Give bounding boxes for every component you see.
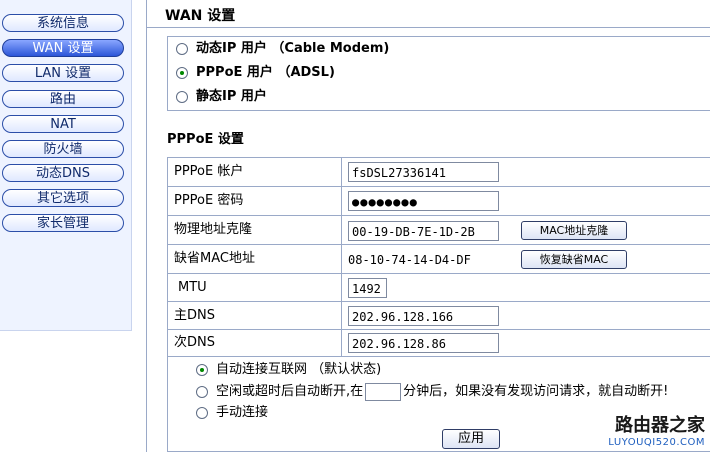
- auto-connect-label: 自动连接互联网 （默认状态): [216, 362, 382, 377]
- idle-suffix-label: 分钟后，如果没有发现访问请求，就自动断开!: [403, 384, 669, 399]
- row-separator: [341, 245, 342, 273]
- password-label: PPPoE 密码: [174, 193, 244, 208]
- row-separator: [341, 216, 342, 244]
- sidebar-item-ddns[interactable]: 动态DNS: [2, 164, 124, 182]
- sidebar-item-wan[interactable]: WAN 设置: [2, 39, 124, 57]
- mac-clone-input[interactable]: 00-19-DB-7E-1D-2B: [348, 221, 499, 241]
- watermark-url: LUYOUQI520.COM: [608, 437, 705, 448]
- row-separator: [341, 274, 342, 301]
- radio-idle-disconnect[interactable]: [196, 385, 208, 398]
- main-panel: WAN 设置 动态IP 用户 （Cable Modem) PPPoE 用户 （A…: [146, 0, 710, 452]
- mtu-label: MTU: [178, 280, 207, 295]
- row-default-mac: 缺省MAC地址 08-10-74-14-D4-DF 恢复缺省MAC: [168, 245, 710, 274]
- radio-static-ip[interactable]: [176, 90, 188, 103]
- watermark-text: 路由器之家: [615, 415, 705, 436]
- idle-minutes-input[interactable]: [365, 382, 402, 401]
- sidebar-item-parental[interactable]: 家长管理: [2, 214, 124, 232]
- sidebar-item-routing[interactable]: 路由: [2, 90, 124, 108]
- row-password: PPPoE 密码 ●●●●●●●●: [168, 187, 710, 216]
- radio-auto-connect[interactable]: [196, 363, 208, 376]
- radio-pppoe[interactable]: [176, 66, 188, 79]
- radio-dynamic-ip[interactable]: [176, 42, 188, 55]
- row-separator: [341, 330, 342, 356]
- secondary-dns-label: 次DNS: [174, 335, 215, 350]
- page-title: WAN 设置: [165, 8, 236, 24]
- row-mtu: MTU 1492: [168, 274, 710, 302]
- secondary-dns-input[interactable]: 202.96.128.86: [348, 333, 499, 353]
- account-input[interactable]: fsDSL27336141: [348, 162, 499, 182]
- conn-label-static-ip: 静态IP 用户: [196, 89, 267, 104]
- conn-label-dynamic-ip: 动态IP 用户 （Cable Modem): [196, 41, 390, 56]
- sidebar-item-lan[interactable]: LAN 设置: [2, 64, 124, 82]
- connection-type-group: 动态IP 用户 （Cable Modem) PPPoE 用户 （ADSL) 静态…: [167, 36, 710, 111]
- row-mac-clone: 物理地址克隆 00-19-DB-7E-1D-2B MAC地址克隆: [168, 216, 710, 245]
- row-separator: [341, 158, 342, 186]
- password-input[interactable]: ●●●●●●●●: [348, 191, 499, 211]
- row-separator: [341, 302, 342, 329]
- default-mac-value: 08-10-74-14-D4-DF: [348, 253, 471, 267]
- sidebar-item-other[interactable]: 其它选项: [2, 189, 124, 207]
- title-divider: [147, 27, 710, 28]
- conn-option-dynamic-ip[interactable]: 动态IP 用户 （Cable Modem): [176, 37, 389, 61]
- primary-dns-label: 主DNS: [174, 308, 215, 323]
- row-secondary-dns: 次DNS 202.96.128.86: [168, 330, 710, 356]
- mtu-input[interactable]: 1492: [348, 278, 387, 298]
- row-primary-dns: 主DNS 202.96.128.166: [168, 302, 710, 330]
- sidebar-item-firewall[interactable]: 防火墙: [2, 140, 124, 158]
- conn-option-pppoe[interactable]: PPPoE 用户 （ADSL): [176, 61, 335, 85]
- conn-label-pppoe: PPPoE 用户 （ADSL): [196, 65, 335, 80]
- row-account: PPPoE 帐户 fsDSL27336141: [168, 158, 710, 187]
- pppoe-section-heading: PPPoE 设置: [167, 132, 244, 147]
- apply-button[interactable]: 应用: [442, 429, 500, 449]
- restore-mac-button[interactable]: 恢复缺省MAC: [521, 250, 627, 269]
- account-label: PPPoE 帐户: [174, 164, 244, 179]
- sidebar-item-nat[interactable]: NAT: [2, 115, 124, 133]
- mac-clone-button[interactable]: MAC地址克隆: [521, 221, 627, 240]
- sidebar-item-system-info[interactable]: 系统信息: [2, 14, 124, 32]
- manual-connect-label: 手动连接: [216, 405, 269, 420]
- conn-option-static-ip[interactable]: 静态IP 用户: [176, 85, 267, 109]
- option-auto-connect[interactable]: 自动连接互联网 （默认状态): [196, 360, 381, 380]
- idle-prefix-label: 空闲或超时后自动断开,在: [216, 384, 364, 399]
- watermark: 路由器之家 LUYOUQI520.COM: [608, 411, 705, 448]
- sidebar: 系统信息 WAN 设置 LAN 设置 路由 NAT 防火墙 动态DNS 其它选项…: [0, 0, 132, 331]
- mac-clone-label: 物理地址克隆: [174, 222, 253, 237]
- radio-manual-connect[interactable]: [196, 406, 208, 419]
- row-separator: [341, 187, 342, 215]
- option-manual-connect[interactable]: 手动连接: [196, 403, 268, 423]
- default-mac-label: 缺省MAC地址: [174, 251, 255, 266]
- pppoe-settings-table: PPPoE 帐户 fsDSL27336141 PPPoE 密码 ●●●●●●●●…: [167, 157, 710, 357]
- primary-dns-input[interactable]: 202.96.128.166: [348, 306, 499, 326]
- option-idle-disconnect[interactable]: 空闲或超时后自动断开,在 分钟后，如果没有发现访问请求，就自动断开!: [196, 382, 668, 402]
